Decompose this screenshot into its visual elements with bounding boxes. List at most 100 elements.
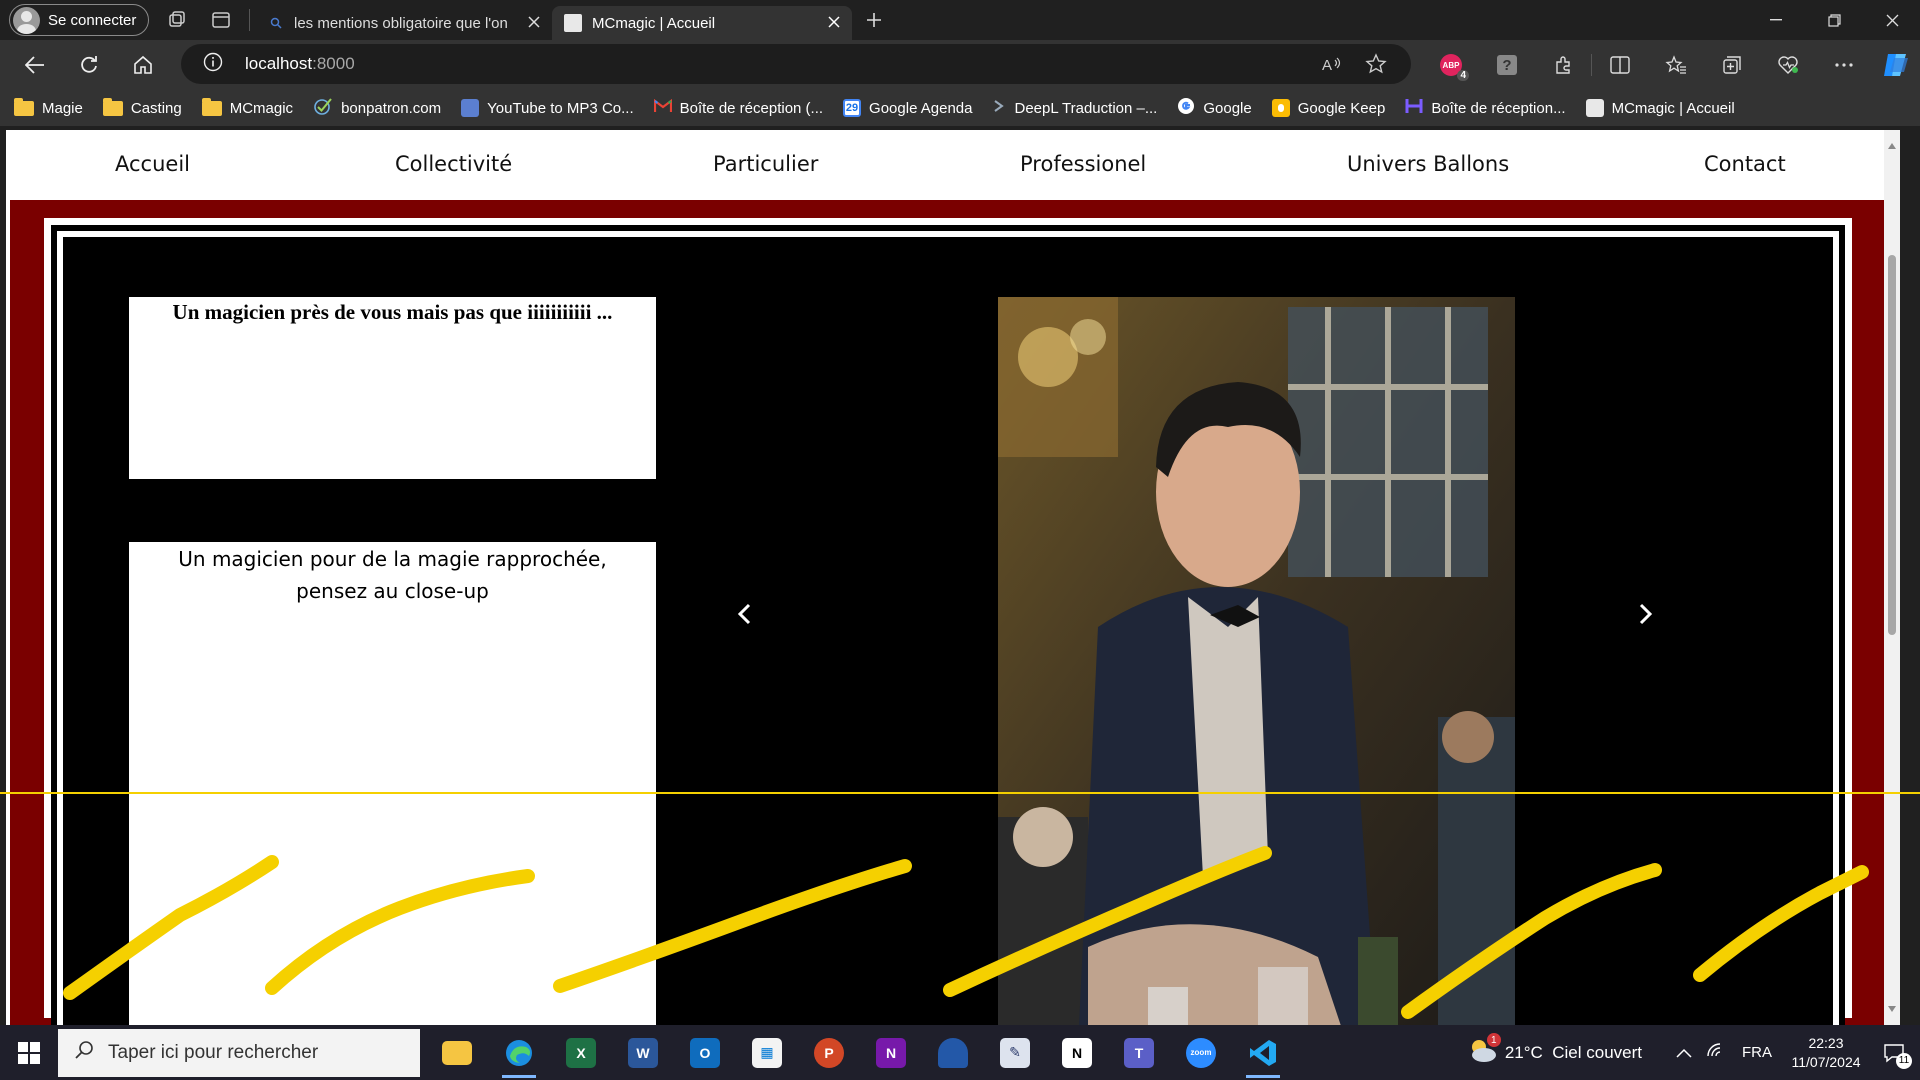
scroll-down-icon[interactable] <box>1888 999 1896 1017</box>
search-icon <box>268 15 284 31</box>
wifi-icon[interactable] <box>1706 1042 1724 1063</box>
bookmark-google-keep[interactable]: Google Keep <box>1271 99 1385 117</box>
bookmark-google[interactable]: Google <box>1177 97 1252 119</box>
profile-button[interactable]: Se connecter <box>9 4 149 36</box>
clock-date: 11/07/2024 <box>1791 1053 1861 1070</box>
zoom-icon[interactable]: zoom <box>1170 1025 1232 1080</box>
taskbar-search-placeholder: Taper ici pour rechercher <box>108 1041 319 1063</box>
windows-start-icon[interactable] <box>0 1025 58 1080</box>
refresh-icon[interactable] <box>62 45 116 85</box>
scroll-up-icon[interactable] <box>1888 136 1896 154</box>
bookmark-google-agenda[interactable]: 29 Google Agenda <box>843 99 972 117</box>
vscode-icon[interactable] <box>1232 1025 1294 1080</box>
bookmark-youtube-mp3[interactable]: YouTube to MP3 Co... <box>461 99 634 117</box>
excel-icon[interactable]: X <box>550 1025 612 1080</box>
scrollbar-thumb[interactable] <box>1888 255 1896 635</box>
favorites-icon[interactable] <box>1648 45 1704 85</box>
bookmarks-bar: Magie Casting MCmagic bonpatron.com YouT… <box>0 90 1920 126</box>
weather-icon[interactable]: 1 <box>1467 1033 1501 1068</box>
taskbar-search[interactable]: Taper ici pour rechercher <box>58 1028 420 1077</box>
nav-link-particulier[interactable]: Particulier <box>713 152 818 176</box>
teams-icon[interactable]: T <box>1108 1025 1170 1080</box>
copilot-icon[interactable] <box>1872 45 1920 85</box>
tab-divider <box>249 9 250 31</box>
clock-time: 22:23 <box>1808 1034 1844 1051</box>
tab-mcmagic[interactable]: MCmagic | Accueil <box>552 6 852 40</box>
weather-text[interactable]: 21°C Ciel couvert <box>1505 1043 1642 1063</box>
more-options-icon[interactable] <box>1816 45 1872 85</box>
page-scrollbar[interactable] <box>1884 130 1900 1025</box>
powerpoint-icon[interactable]: P <box>798 1025 860 1080</box>
back-icon[interactable] <box>8 45 62 85</box>
extensions-icon[interactable] <box>1535 45 1591 85</box>
help-extension-icon[interactable]: ? <box>1479 45 1535 85</box>
bookmark-label: DeepL Traduction –... <box>1014 99 1158 117</box>
onenote-icon[interactable]: N <box>860 1025 922 1080</box>
notification-count: 11 <box>1896 1052 1912 1069</box>
bookmark-mail[interactable]: Boîte de réception... <box>1405 97 1566 119</box>
mail-icon <box>1405 97 1423 119</box>
url-text: localhost:8000 <box>245 54 355 74</box>
close-tab-icon[interactable] <box>528 15 540 32</box>
new-tab-icon[interactable] <box>852 2 896 38</box>
close-window-icon[interactable] <box>1864 0 1920 40</box>
bookmark-deepl[interactable]: DeepL Traduction –... <box>992 99 1157 117</box>
address-toolbar: localhost:8000 A ABP 4 ? <box>0 40 1920 90</box>
bookmark-gmail[interactable]: Boîte de réception (... <box>653 98 823 117</box>
bookmark-casting[interactable]: Casting <box>102 97 182 117</box>
minimize-icon[interactable] <box>1748 0 1804 40</box>
close-tab-icon[interactable] <box>828 15 840 32</box>
bookmark-label: Google Agenda <box>869 99 973 117</box>
store-icon[interactable]: ▦ <box>736 1025 798 1080</box>
bookmark-label: MCmagic <box>229 99 294 117</box>
carousel-next-icon[interactable] <box>1631 599 1661 629</box>
app-icon[interactable]: ✎ <box>984 1025 1046 1080</box>
language-indicator[interactable]: FRA <box>1742 1044 1772 1061</box>
carousel: Un magicien près de vous mais pas que ii… <box>63 237 1833 1025</box>
restore-icon[interactable] <box>1806 0 1862 40</box>
notion-icon[interactable]: N <box>1046 1025 1108 1080</box>
bookmark-bonpatron[interactable]: bonpatron.com <box>313 97 441 119</box>
calendar-icon: 29 <box>843 99 862 117</box>
bookmark-mcmagic-accueil[interactable]: MCmagic | Accueil <box>1585 99 1735 117</box>
outlook-icon[interactable]: O <box>674 1025 736 1080</box>
app-icon[interactable] <box>922 1025 984 1080</box>
browser-essentials-icon[interactable] <box>1760 45 1816 85</box>
avatar <box>13 6 40 34</box>
bookmark-label: YouTube to MP3 Co... <box>487 99 634 117</box>
profile-label: Se connecter <box>48 11 137 29</box>
weather-badge: 1 <box>1486 1033 1501 1047</box>
split-screen-icon[interactable] <box>1592 45 1648 85</box>
tab-title: les mentions obligatoire que l'on <box>294 14 508 32</box>
edge-icon[interactable] <box>488 1025 550 1080</box>
intro-title: Un magicien près de vous mais pas que ii… <box>172 300 613 324</box>
carousel-prev-icon[interactable] <box>729 599 759 629</box>
clock[interactable]: 22:23 11/07/2024 <box>1784 1034 1868 1072</box>
tab-mentions[interactable]: les mentions obligatoire que l'on <box>256 6 552 40</box>
chevron-up-icon[interactable] <box>1676 1043 1692 1063</box>
favorite-star-icon[interactable] <box>1365 53 1387 80</box>
deepl-icon <box>992 99 1006 117</box>
notifications-icon[interactable]: 11 <box>1868 1043 1920 1069</box>
nav-link-accueil[interactable]: Accueil <box>115 152 190 176</box>
adblock-icon[interactable]: ABP 4 <box>1423 45 1479 85</box>
toolbar-right: ABP 4 ? <box>1423 40 1920 90</box>
read-aloud-icon[interactable]: A <box>1321 54 1343 79</box>
browser-tab-bar: Se connecter les mentions obligatoire qu… <box>0 0 1920 40</box>
bookmark-mcmagic[interactable]: MCmagic <box>201 97 294 117</box>
word-icon[interactable]: W <box>612 1025 674 1080</box>
home-icon[interactable] <box>116 45 170 85</box>
extension-badge: 4 <box>1457 70 1469 81</box>
nav-link-contact[interactable]: Contact <box>1704 152 1786 176</box>
nav-link-univers-ballons[interactable]: Univers Ballons <box>1347 152 1509 176</box>
nav-link-professionel[interactable]: Professionel <box>1020 152 1146 176</box>
address-bar[interactable]: localhost:8000 A <box>181 44 1411 84</box>
collections-icon[interactable] <box>1704 45 1760 85</box>
web-page: Accueil Collectivité Particulier Profess… <box>6 130 1900 1025</box>
nav-link-collectivite[interactable]: Collectivité <box>395 152 512 176</box>
site-info-icon[interactable] <box>203 52 223 77</box>
bookmark-magie[interactable]: Magie <box>14 97 83 117</box>
tab-actions-icon[interactable] <box>199 2 243 38</box>
file-explorer-icon[interactable] <box>426 1025 488 1080</box>
workspaces-icon[interactable] <box>155 2 199 38</box>
